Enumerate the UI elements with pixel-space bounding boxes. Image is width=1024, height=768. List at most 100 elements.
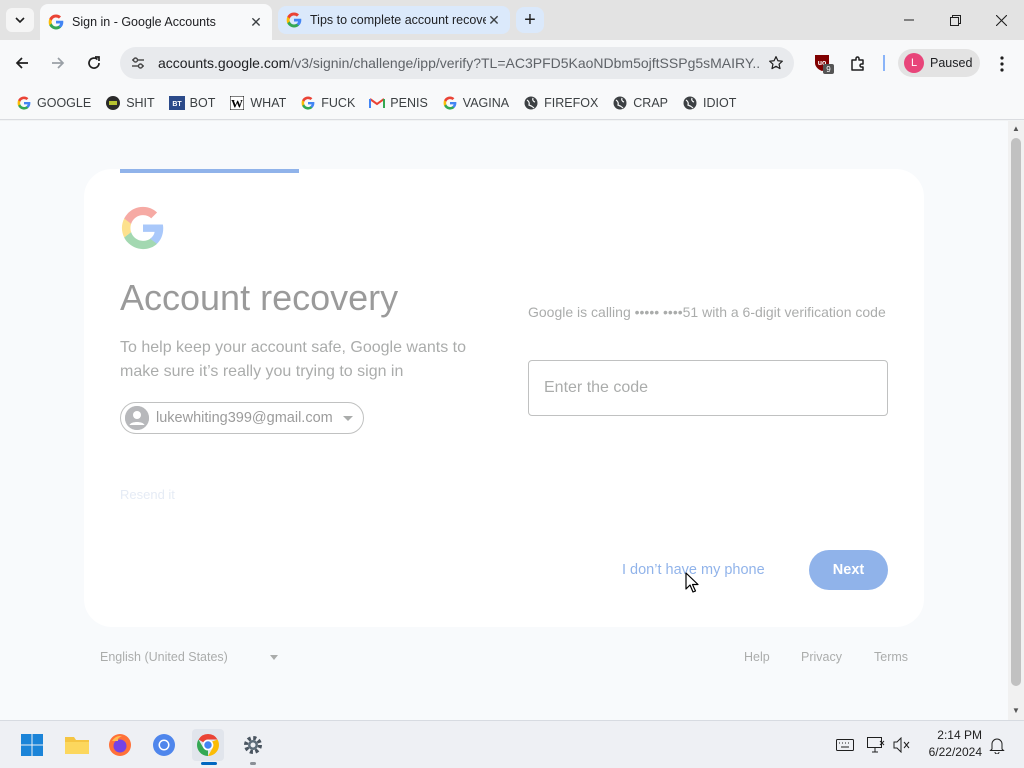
restore-icon [949,14,961,26]
tab-search-button[interactable] [6,8,34,32]
new-tab-button[interactable]: + [516,7,544,33]
minimize-button[interactable] [886,0,932,40]
bookmark-firefox[interactable]: FIREFOX [517,89,604,117]
scroll-down-icon[interactable]: ▼ [1012,707,1020,715]
tune-icon [132,57,144,69]
verification-info: Google is calling ••••• ••••51 with a 6-… [528,304,886,320]
terms-link[interactable]: Terms [874,650,908,664]
chromium-icon [153,734,175,756]
firefox-button[interactable] [104,729,136,761]
language-selector[interactable]: English (United States) [100,650,278,664]
chevron-down-icon [269,654,278,660]
resend-link[interactable]: Resend it [120,487,175,502]
reload-icon [88,56,100,69]
file-explorer-button[interactable] [61,729,93,761]
account-email: lukewhiting399@gmail.com [156,410,333,426]
google-g-icon [300,95,316,111]
close-window-button[interactable] [978,0,1024,40]
address-bar[interactable]: accounts.google.com/v3/signin/challenge/… [120,47,794,79]
notifications-bell-icon[interactable] [987,735,1007,755]
url-path: /v3/signin/challenge/ipp/verify?TL=AC3PF… [290,55,760,71]
code-input[interactable] [528,360,888,416]
svg-text:BT: BT [172,101,182,108]
chrome-button[interactable] [192,729,224,761]
page-scrollbar[interactable]: ▲ ▼ [1008,121,1024,720]
gear-icon [244,736,262,754]
svg-text:W: W [231,96,243,110]
taskbar: 2:14 PM 6/22/2024 [0,720,1024,768]
forward-button[interactable] [43,48,73,78]
tab-sign-in[interactable]: Sign in - Google Accounts ✕ [40,4,272,40]
next-button[interactable]: Next [809,550,888,590]
bookmark-vagina[interactable]: VAGINA [436,89,515,117]
clock-time: 2:14 PM [937,728,982,742]
network-icon[interactable] [866,735,886,755]
keyboard-icon[interactable] [835,735,855,755]
chevron-down-icon [342,415,353,421]
bt-icon: BT [168,95,185,111]
mouse-cursor-icon [685,572,699,593]
chevron-down-icon [15,17,25,24]
bookmark-label: WHAT [250,95,287,110]
clock[interactable]: 2:14 PM 6/22/2024 [912,727,982,761]
back-button[interactable] [7,48,37,78]
help-link[interactable]: Help [744,650,770,664]
bookmark-fuck[interactable]: FUCK [294,89,361,117]
profile-status: Paused [930,56,973,70]
chromium-button[interactable] [148,729,180,761]
chrome-icon [197,734,219,756]
bookmark-label: GOOGLE [37,95,92,110]
bookmark-penis[interactable]: PENIS [363,89,434,117]
page-title: Account recovery [120,277,399,318]
volume-muted-icon[interactable] [892,735,912,755]
site-icon [105,95,121,111]
bookmark-label: CRAP [633,95,669,110]
progress-bar [120,169,299,173]
start-button[interactable] [16,729,48,761]
bookmark-crap[interactable]: CRAP [606,89,674,117]
restore-button[interactable] [932,0,978,40]
arrow-right-icon [52,57,65,69]
globe-icon [523,95,539,111]
bookmark-idiot[interactable]: IDIOT [676,89,742,117]
puzzle-icon [851,56,864,71]
bookmark-label: SHIT [126,95,155,110]
close-icon[interactable]: ✕ [248,14,264,30]
scrollbar-thumb[interactable] [1011,138,1021,686]
clock-date: 6/22/2024 [928,745,982,759]
star-icon [769,56,783,70]
google-favicon-icon [48,14,64,30]
tab-title: Tips to complete account recovery [310,13,486,27]
bookmark-star-button[interactable] [764,51,788,75]
globe-icon [612,95,628,111]
bookmarks-bar: GOOGLE SHIT BT BOT W WHAT FUCK PENIS VAG… [0,86,1024,120]
minimize-icon [904,19,914,21]
bookmark-shit[interactable]: SHIT [99,89,160,117]
ublock-extension-button[interactable]: uo 9 [810,51,836,77]
site-info-button[interactable] [124,49,152,77]
tab-title: Sign in - Google Accounts [72,15,216,29]
url-text: accounts.google.com/v3/signin/challenge/… [158,55,760,71]
firefox-icon [109,734,131,756]
privacy-link[interactable]: Privacy [801,650,842,664]
bookmark-label: BOT [189,95,216,110]
tab-tips[interactable]: Tips to complete account recovery ✕ [278,6,510,34]
close-icon[interactable]: ✕ [486,12,502,28]
google-g-icon [442,95,458,111]
recovery-card: Account recovery To help keep your accou… [84,169,924,627]
extensions-button[interactable] [845,51,871,77]
bookmark-what[interactable]: W WHAT [223,89,292,117]
settings-button[interactable] [237,729,269,761]
scroll-up-icon[interactable]: ▲ [1012,125,1020,133]
extension-badge: 9 [826,65,831,74]
running-app-indicator [250,762,256,765]
google-g-icon [16,95,32,111]
bookmark-google[interactable]: GOOGLE [10,89,97,117]
close-icon [995,14,1007,26]
profile-button[interactable]: L Paused [898,49,980,77]
chrome-menu-button[interactable] [990,51,1014,77]
bookmark-bot[interactable]: BT BOT [163,89,222,117]
account-chip[interactable]: lukewhiting399@gmail.com [120,402,364,434]
reload-button[interactable] [79,48,109,78]
bookmark-label: IDIOT [703,95,737,110]
